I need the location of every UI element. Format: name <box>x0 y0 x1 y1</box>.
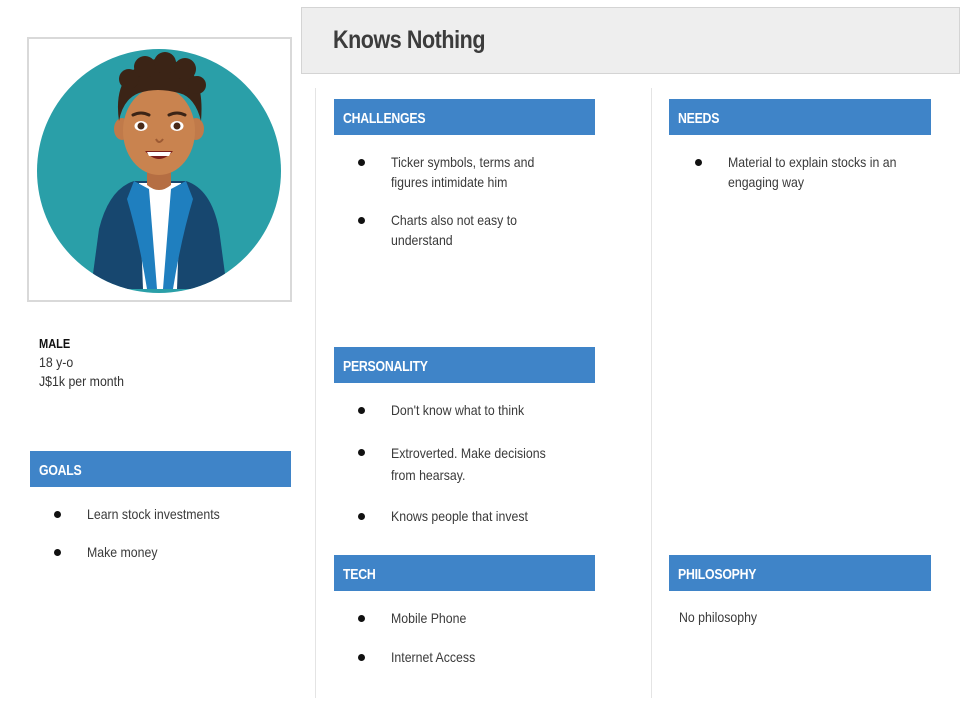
column-divider <box>651 88 652 698</box>
male-avatar-illustration-icon <box>37 49 281 293</box>
persona-gender: MALE <box>39 336 71 351</box>
list-item: Internet Access <box>358 647 601 667</box>
bullet-dot-icon <box>358 615 365 622</box>
bullet-dot-icon <box>358 217 365 224</box>
list-item: Ticker symbols, terms and figures intimi… <box>358 152 601 192</box>
tech-list: Mobile Phone Internet Access <box>358 608 601 667</box>
column-divider <box>315 88 316 698</box>
list-item: Make money <box>54 542 297 562</box>
goals-header: GOALS <box>30 451 291 487</box>
tech-header: TECH <box>334 555 595 591</box>
bullet-dot-icon <box>358 159 365 166</box>
list-item: Mobile Phone <box>358 608 601 628</box>
list-item: Charts also not easy to understand <box>358 210 601 250</box>
persona-name: Knows Nothing <box>333 26 486 54</box>
persona-title-bar: Knows Nothing <box>301 7 960 74</box>
list-item: Learn stock investments <box>54 504 297 524</box>
personality-list: Don't know what to think Extroverted. Ma… <box>358 400 601 526</box>
persona-age: 18 y-o <box>39 354 74 370</box>
philosophy-header: PHILOSOPHY <box>669 555 931 591</box>
goals-list: Learn stock investments Make money <box>54 504 297 562</box>
personality-header: PERSONALITY <box>334 347 595 383</box>
bullet-dot-icon <box>358 449 365 456</box>
bullet-dot-icon <box>358 407 365 414</box>
challenges-header: CHALLENGES <box>334 99 595 135</box>
bullet-dot-icon <box>54 511 61 518</box>
needs-list: Material to explain stocks in an engagin… <box>695 152 928 192</box>
list-item: Material to explain stocks in an engagin… <box>695 152 928 192</box>
avatar <box>27 37 292 302</box>
bullet-dot-icon <box>54 549 61 556</box>
persona-income: J$1k per month <box>39 373 124 389</box>
bullet-dot-icon <box>358 513 365 520</box>
list-item: Don't know what to think <box>358 400 601 420</box>
bullet-dot-icon <box>358 654 365 661</box>
list-item: Extroverted. Make decisions from hearsay… <box>358 442 601 486</box>
needs-header: NEEDS <box>669 99 931 135</box>
bullet-dot-icon <box>695 159 702 166</box>
challenges-list: Ticker symbols, terms and figures intimi… <box>358 152 601 250</box>
persona-demographics: MALE 18 y-o J$1k per month <box>39 334 136 391</box>
philosophy-text: No philosophy <box>679 609 758 625</box>
list-item: Knows people that invest <box>358 506 601 526</box>
